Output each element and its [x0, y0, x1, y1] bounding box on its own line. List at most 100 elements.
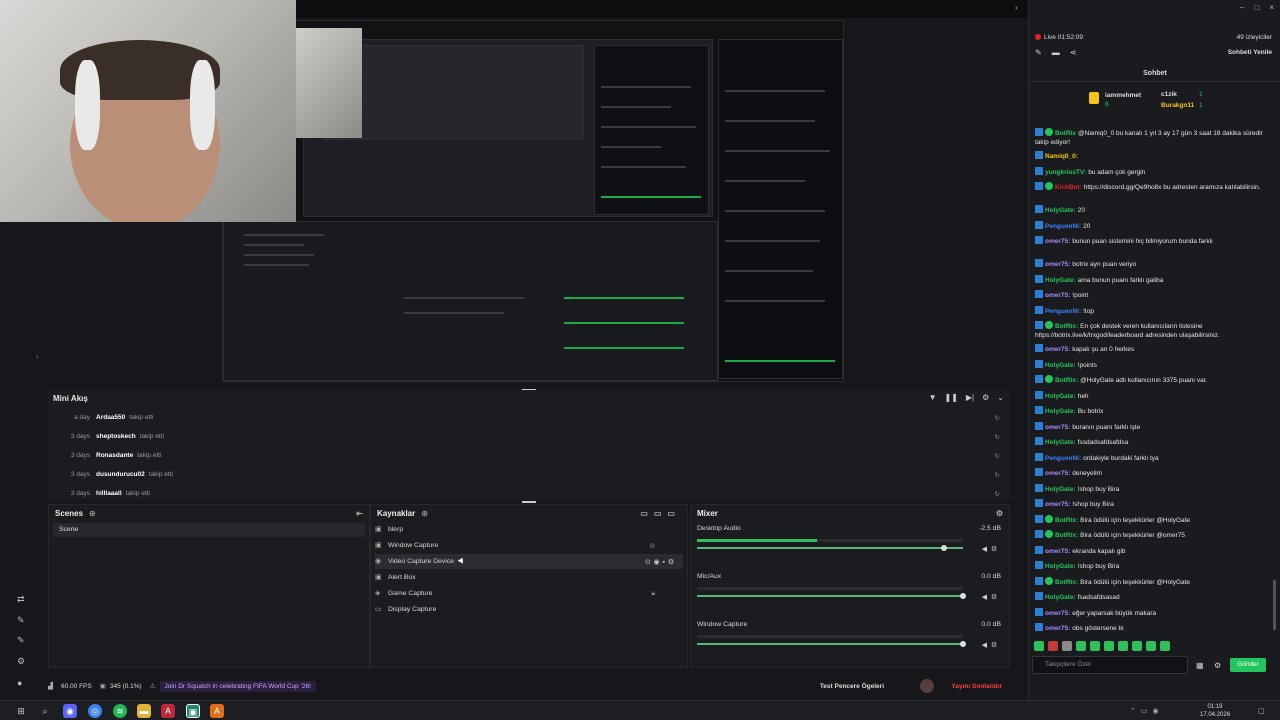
emote-icon[interactable]	[1090, 641, 1100, 651]
emote-picker-icon[interactable]: ▦	[1196, 661, 1204, 670]
close-icon[interactable]: ×	[1269, 3, 1274, 12]
gear-icon[interactable]: ⚙	[982, 393, 989, 402]
test-widgets-label[interactable]: Test Pencere Ögeleri	[820, 683, 884, 690]
pencil-icon[interactable]: ✎	[1035, 48, 1042, 57]
stats-icon[interactable]: ▟	[48, 682, 53, 690]
lock-icon[interactable]: 🔒︎	[651, 590, 655, 598]
chat-username[interactable]: omer75:	[1045, 548, 1070, 555]
replay-icon[interactable]: ↻	[995, 490, 1000, 498]
app-icon[interactable]: A	[161, 704, 175, 718]
chat-username[interactable]: HolyGate:	[1045, 393, 1076, 400]
chat-username[interactable]: BotRix:	[1055, 579, 1078, 586]
search-icon[interactable]: ⌕	[38, 704, 52, 718]
block-icon[interactable]: ▬	[1052, 48, 1060, 57]
chat-username[interactable]: Namiq0_0:	[1045, 153, 1078, 160]
tools-icon[interactable]: ✎	[17, 635, 25, 646]
chat-username[interactable]: HolyGate:	[1045, 594, 1076, 601]
chat-username[interactable]: PenguenNi:	[1045, 308, 1081, 315]
user-icon[interactable]: ●	[17, 678, 22, 688]
chat-username[interactable]: HolyGate:	[1045, 207, 1076, 214]
chat-username[interactable]: omer75:	[1045, 292, 1070, 299]
pause-icon[interactable]: ❚❚	[944, 393, 957, 402]
speaker-icon[interactable]: ◀⚙	[982, 593, 1001, 601]
chat-username[interactable]: HolyGate:	[1045, 439, 1076, 446]
chat-username[interactable]: PenguenNi:	[1045, 223, 1081, 230]
source-item[interactable]: ▣ blerp	[375, 522, 683, 537]
chat-username[interactable]: HolyGate:	[1045, 486, 1076, 493]
chat-username[interactable]: omer75:	[1045, 610, 1070, 617]
source-item-selected[interactable]: ◉ Video Capture Device ⊙◉▪⚙	[375, 554, 683, 569]
chat-input[interactable]: Takipçilere Özel	[1032, 656, 1188, 674]
studio-icon[interactable]: ⇄	[17, 594, 25, 605]
clock[interactable]: 01:19 17.04.2026	[1200, 703, 1230, 719]
eye-hidden-icon[interactable]: ⊘	[649, 542, 655, 550]
chat-username[interactable]: HolyGate:	[1045, 408, 1076, 415]
source-actions-icon[interactable]: ⊙◉▪⚙	[645, 558, 677, 566]
chat-username[interactable]: omer75:	[1045, 424, 1070, 431]
app-icon[interactable]: A	[210, 704, 224, 718]
chat-username[interactable]: KickBot:	[1055, 184, 1082, 191]
chevron-down-icon[interactable]: ⌄	[997, 393, 1004, 402]
minimize-icon[interactable]: –	[1240, 3, 1244, 12]
gear-icon[interactable]: ⚙	[17, 656, 25, 667]
replay-icon[interactable]: ↻	[995, 471, 1000, 479]
chat-username[interactable]: BotRix:	[1055, 532, 1078, 539]
emote-icon[interactable]	[1160, 641, 1170, 651]
filter-icon[interactable]: ▼	[929, 393, 937, 402]
emote-icon[interactable]	[1048, 641, 1058, 651]
chat-username[interactable]: BotRix:	[1055, 323, 1078, 330]
emote-icon[interactable]	[1132, 641, 1142, 651]
notification-icon[interactable]: ▢	[1258, 707, 1265, 715]
refresh-chat-button[interactable]: Sohbeti Yenile	[1228, 49, 1272, 56]
speaker-icon[interactable]: ◀⚙	[982, 641, 1001, 649]
folder-icon[interactable]: ▬	[137, 704, 151, 718]
chat-username[interactable]: BotRix	[1055, 130, 1076, 137]
emote-icon[interactable]	[1076, 641, 1086, 651]
add-icon[interactable]: ⊕	[421, 509, 428, 518]
replay-icon[interactable]: ↻	[995, 414, 1000, 422]
chat-username[interactable]: yungkriosTV:	[1045, 169, 1086, 176]
replay-icon[interactable]: ↻	[995, 452, 1000, 460]
volume-slider[interactable]	[697, 641, 966, 647]
add-icon[interactable]: ⊕	[89, 509, 96, 518]
emote-icon[interactable]	[1118, 641, 1128, 651]
chat-username[interactable]: omer75:	[1045, 625, 1070, 632]
source-item[interactable]: ▭ Display Capture	[375, 602, 683, 617]
chat-scrollbar[interactable]	[1273, 580, 1276, 630]
chrome-icon[interactable]: ◎	[88, 704, 102, 718]
chevron-right-icon[interactable]: ›	[1015, 3, 1018, 12]
chat-username[interactable]: HolyGate:	[1045, 277, 1076, 284]
chat-username[interactable]: BotRix:	[1055, 517, 1078, 524]
chat-username[interactable]: omer75:	[1045, 346, 1070, 353]
themes-icon[interactable]: ✎	[17, 615, 25, 626]
emote-icon[interactable]	[1146, 641, 1156, 651]
streamlabs-icon[interactable]: ▣	[186, 704, 200, 718]
dock-controls-icon[interactable]: ▭▭▭	[640, 509, 681, 518]
source-item[interactable]: ◈ Game Capture 🔒︎	[375, 586, 683, 601]
send-button[interactable]: Gönder	[1230, 658, 1266, 672]
tray-icons[interactable]: ⌃▭◉	[1130, 707, 1164, 715]
chat-username[interactable]: omer75:	[1045, 261, 1070, 268]
spotify-icon[interactable]: ≋	[113, 704, 127, 718]
share-icon[interactable]: ⋖	[1070, 48, 1077, 57]
chevron-right-icon[interactable]: ›	[36, 352, 39, 361]
emote-icon[interactable]	[1104, 641, 1114, 651]
scene-item[interactable]: Scene	[53, 523, 365, 537]
maximize-icon[interactable]: □	[1254, 3, 1259, 12]
replay-icon[interactable]: ↻	[995, 433, 1000, 441]
chat-username[interactable]: PenguenNi:	[1045, 455, 1081, 462]
chat-username[interactable]: HolyGate:	[1045, 362, 1076, 369]
skip-icon[interactable]: ▶|	[966, 393, 974, 402]
volume-slider[interactable]	[697, 545, 963, 551]
collapse-icon[interactable]: ⇤	[356, 509, 363, 518]
chat-username[interactable]: omer75:	[1045, 470, 1070, 477]
chat-username[interactable]: HolyGate:	[1045, 563, 1076, 570]
volume-slider[interactable]	[697, 593, 966, 599]
chat-tab[interactable]: Sohbet	[1029, 66, 1280, 82]
avatar[interactable]	[920, 679, 934, 693]
gear-icon[interactable]: ⚙	[996, 509, 1003, 518]
gear-icon[interactable]: ⚙	[1214, 661, 1221, 670]
chat-username[interactable]: omer75:	[1045, 501, 1070, 508]
emote-icon[interactable]	[1034, 641, 1044, 651]
splitter-handle[interactable]	[522, 501, 536, 503]
